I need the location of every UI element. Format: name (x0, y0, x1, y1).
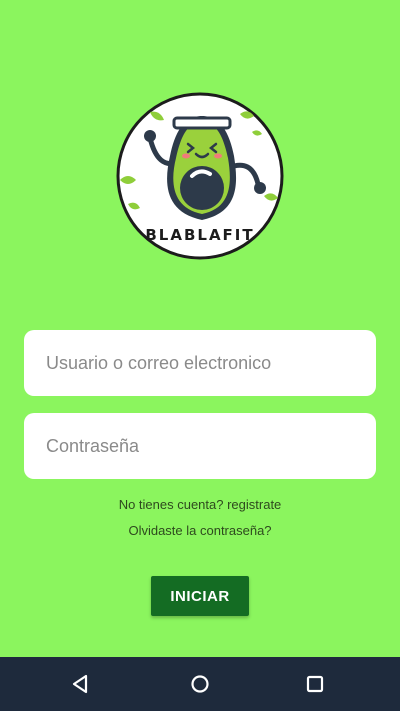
recent-apps-square-icon[interactable] (301, 670, 329, 698)
login-button[interactable]: INICIAR (151, 576, 249, 616)
username-field[interactable] (24, 330, 376, 396)
forgot-password-link[interactable]: Olvidaste la contraseña? (0, 523, 400, 538)
home-circle-icon[interactable] (186, 670, 214, 698)
back-triangle-icon[interactable] (66, 670, 94, 698)
system-nav-bar (0, 657, 400, 711)
password-input[interactable] (44, 434, 356, 458)
avocado-mascot-icon: BLABLAFIT (116, 92, 284, 260)
logo-text: BLABLAFIT (145, 226, 254, 244)
app-logo: BLABLAFIT (112, 92, 288, 260)
register-link[interactable]: No tienes cuenta? registrate (0, 497, 400, 512)
password-field[interactable] (24, 413, 376, 479)
username-input[interactable] (44, 351, 356, 375)
